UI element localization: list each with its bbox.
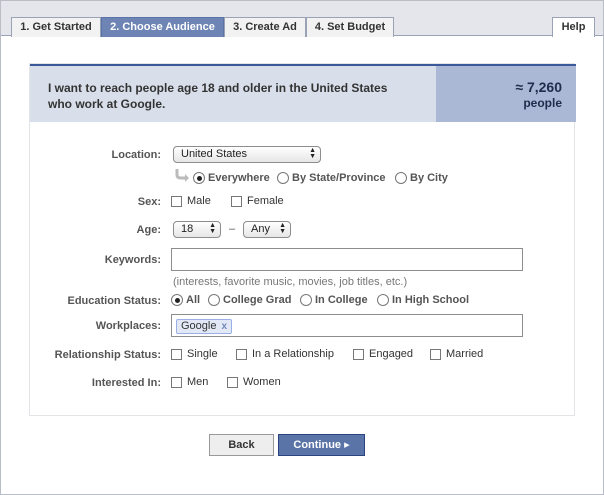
tab-choose-audience[interactable]: 2. Choose Audience [101, 17, 224, 37]
checkbox-icon [236, 348, 247, 360]
checkbox-icon [171, 195, 182, 207]
relationship-single-checkbox[interactable]: Single [171, 348, 218, 360]
age-label: Age: [136, 224, 161, 236]
keywords-hint: (interests, favorite music, movies, job … [173, 276, 408, 288]
radio-unselected-icon [395, 172, 407, 184]
tab-set-budget[interactable]: 4. Set Budget [306, 17, 394, 37]
relationship-in-a-relationship-checkbox[interactable]: In a Relationship [236, 348, 334, 360]
keywords-label: Keywords: [104, 254, 161, 266]
education-label: Education Status: [67, 295, 161, 307]
tab-create-ad[interactable]: 3. Create Ad [224, 17, 306, 37]
radio-selected-icon [193, 172, 205, 184]
audience-summary-text: I want to reach people age 18 and older … [48, 81, 388, 111]
estimated-reach-unit: people [523, 96, 562, 110]
sex-male-checkbox[interactable]: Male [171, 195, 211, 207]
age-range-separator: – [229, 223, 236, 235]
location-by-city-radio[interactable]: By City [395, 172, 448, 184]
sex-label: Sex: [137, 196, 161, 208]
sex-female-checkbox[interactable]: Female [231, 195, 284, 207]
location-label: Location: [111, 149, 162, 161]
location-by-state-radio[interactable]: By State/Province [277, 172, 386, 184]
keywords-input[interactable] [171, 248, 523, 271]
workplaces-label: Workplaces: [95, 320, 161, 332]
age-from-select[interactable]: 18 ▲ ▼ [173, 221, 221, 238]
continue-button[interactable]: Continue ▸ [278, 434, 365, 456]
education-in-high-school-radio[interactable]: In High School [377, 294, 469, 306]
stepper-arrows-icon: ▲ ▼ [209, 222, 216, 235]
relationship-label: Relationship Status: [54, 349, 161, 361]
ad-wizard-window: 1. Get Started 2. Choose Audience 3. Cre… [0, 0, 604, 495]
radio-unselected-icon [300, 294, 312, 306]
stepper-arrows-icon: ▲ ▼ [279, 222, 286, 235]
interested-in-women-checkbox[interactable]: Women [227, 376, 281, 388]
relationship-engaged-checkbox[interactable]: Engaged [353, 348, 413, 360]
checkbox-icon [353, 348, 364, 360]
location-select[interactable]: United States ▲ ▼ [173, 146, 321, 163]
radio-unselected-icon [377, 294, 389, 306]
wizard-tab-bar: 1. Get Started 2. Choose Audience 3. Cre… [1, 1, 603, 37]
checkbox-icon [227, 376, 238, 388]
radio-unselected-icon [208, 294, 220, 306]
education-college-grad-radio[interactable]: College Grad [208, 294, 291, 306]
stepper-arrows-icon: ▲ ▼ [309, 147, 316, 160]
interested-in-men-checkbox[interactable]: Men [171, 376, 208, 388]
curved-arrow-icon [175, 169, 189, 182]
education-in-college-radio[interactable]: In College [300, 294, 368, 306]
education-all-radio[interactable]: All [171, 294, 200, 306]
checkbox-icon [171, 348, 182, 360]
checkbox-icon [231, 195, 242, 207]
audience-panel: I want to reach people age 18 and older … [29, 63, 576, 416]
checkbox-icon [430, 348, 441, 360]
age-to-select[interactable]: Any ▲ ▼ [243, 221, 291, 238]
relationship-married-checkbox[interactable]: Married [430, 348, 483, 360]
workplaces-input[interactable]: Google x [171, 314, 523, 337]
workplace-token: Google x [176, 319, 233, 334]
location-select-value: United States [181, 148, 248, 160]
radio-unselected-icon [277, 172, 289, 184]
estimated-reach: ≈ 7,260 people [436, 66, 576, 122]
tab-get-started[interactable]: 1. Get Started [11, 17, 101, 37]
estimated-reach-count: ≈ 7,260 [515, 79, 562, 95]
location-everywhere-radio[interactable]: Everywhere [193, 172, 270, 184]
radio-selected-icon [171, 294, 183, 306]
checkbox-icon [171, 376, 182, 388]
interested-in-label: Interested In: [91, 377, 161, 389]
remove-token-icon[interactable]: x [221, 320, 227, 333]
help-button[interactable]: Help [552, 17, 595, 37]
audience-summary: I want to reach people age 18 and older … [30, 64, 576, 122]
back-button[interactable]: Back [209, 434, 274, 456]
